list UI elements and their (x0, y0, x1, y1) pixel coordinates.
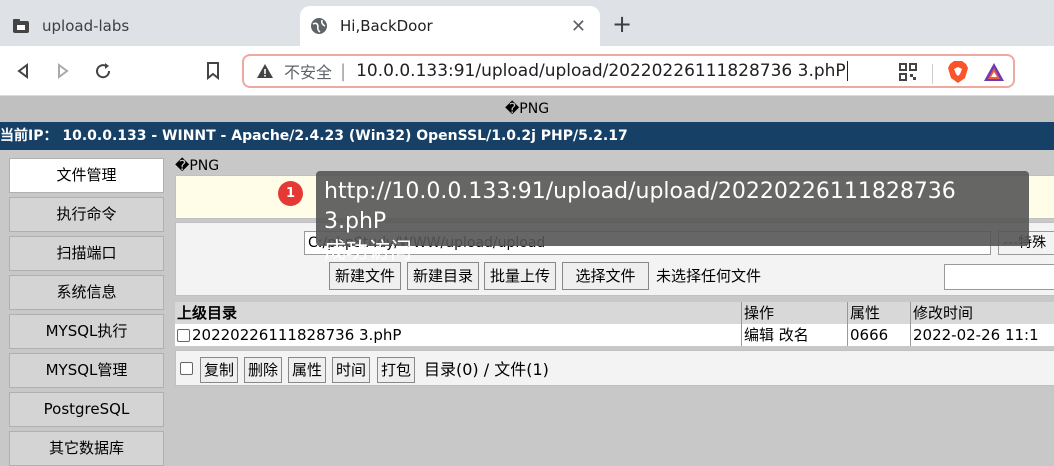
tab-upload-labs[interactable]: upload-labs (8, 6, 288, 46)
text-caret (846, 61, 848, 81)
url-text[interactable]: 10.0.0.133:91/upload/upload/202202261118… (356, 61, 846, 81)
globe-icon (310, 17, 328, 35)
folder-icon (12, 17, 30, 35)
back-icon[interactable] (10, 58, 36, 84)
new-tab-button[interactable]: + (612, 12, 632, 36)
annotation-url: http://10.0.0.133:91/upload/upload/20220… (324, 179, 956, 234)
file-actions[interactable]: 编辑 改名 (741, 324, 847, 346)
separator: | (340, 60, 347, 82)
sidebar-item-mysql-exec[interactable]: MYSQL执行 (9, 314, 164, 349)
attr-button[interactable]: 属性 (288, 357, 326, 383)
file-name-cell: 20220226111828736 3.phP (175, 324, 741, 346)
brave-rewards-icon[interactable] (983, 62, 1005, 86)
server-info-bar: 当前IP： 10.0.0.133 - WINNT - Apache/2.4.23… (0, 122, 1054, 150)
warning-icon (256, 62, 274, 80)
divider (932, 64, 933, 84)
table-header: 上级目录 操作 属性 修改时间 (175, 302, 1054, 324)
sidebar-item-other-db[interactable]: 其它数据库 (9, 431, 164, 466)
sidebar: 文件管理 执行命令 扫描端口 系统信息 MYSQL执行 MYSQL管理 Post… (0, 150, 172, 466)
file-mtime[interactable]: 2022-02-26 11:1 (910, 324, 1054, 346)
qr-code-icon[interactable] (898, 62, 918, 86)
sidebar-item-postgresql[interactable]: PostgreSQL (9, 392, 164, 427)
tab-title: upload-labs (42, 17, 130, 35)
browser-toolbar: 不安全 | 10.0.0.133:91/upload/upload/202202… (0, 46, 1054, 96)
bookmark-icon[interactable] (200, 58, 226, 84)
copy-button[interactable]: 复制 (200, 357, 238, 383)
annotation-text: 成功访问 (324, 239, 413, 264)
sidebar-item-file-manager[interactable]: 文件管理 (9, 158, 164, 193)
sidebar-item-system-info[interactable]: 系统信息 (9, 275, 164, 310)
png-header-text: �PNG (0, 96, 1054, 122)
col-actions: 操作 (741, 302, 847, 324)
tab-bar: upload-labs Hi,BackDoor ✕ + (0, 0, 1054, 46)
tab-title: Hi,BackDoor (340, 17, 433, 35)
file-name-link[interactable]: 20220226111828736 3.phP (192, 326, 401, 344)
upload-name-input[interactable] (944, 264, 1054, 290)
tab-hi-backdoor[interactable]: Hi,BackDoor ✕ (300, 6, 600, 46)
row-checkbox[interactable] (177, 329, 190, 342)
forward-icon[interactable] (50, 58, 76, 84)
brave-shield-icon[interactable] (947, 60, 969, 88)
png-inline-text: �PNG (175, 158, 220, 174)
pack-button[interactable]: 打包 (377, 357, 415, 383)
address-bar[interactable]: 不安全 | 10.0.0.133:91/upload/upload/202202… (242, 54, 1015, 88)
annotation-badge: 1 (278, 181, 303, 206)
table-row: 20220226111828736 3.phP 编辑 改名 0666 2022-… (175, 324, 1054, 346)
sidebar-item-mysql-manage[interactable]: MYSQL管理 (9, 353, 164, 388)
col-mtime: 修改时间 (910, 302, 1054, 324)
dir-file-count: 目录(0) / 文件(1) (424, 360, 549, 379)
select-all-checkbox[interactable] (180, 362, 193, 375)
insecure-label[interactable]: 不安全 (284, 59, 332, 83)
col-parent-dir[interactable]: 上级目录 (175, 302, 741, 324)
annotation-tooltip: http://10.0.0.133:91/upload/upload/20220… (316, 171, 1029, 264)
close-icon[interactable]: ✕ (571, 16, 586, 37)
delete-button[interactable]: 删除 (244, 357, 282, 383)
time-button[interactable]: 时间 (332, 357, 370, 383)
reload-icon[interactable] (90, 58, 116, 84)
bulk-action-bar: 复制 删除 属性 时间 打包 目录(0) / 文件(1) (175, 350, 1054, 386)
sidebar-item-exec-command[interactable]: 执行命令 (9, 197, 164, 232)
sidebar-item-port-scan[interactable]: 扫描端口 (9, 236, 164, 271)
col-attr: 属性 (847, 302, 910, 324)
file-attr[interactable]: 0666 (847, 324, 910, 346)
